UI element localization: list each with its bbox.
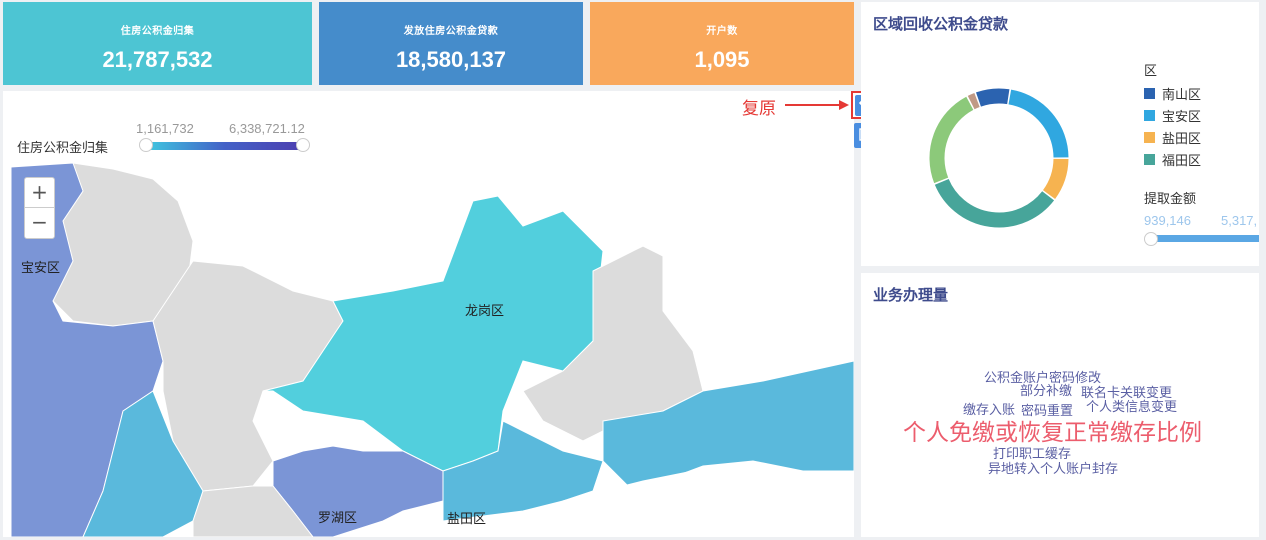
visualmap-max-handle[interactable]: [296, 138, 310, 152]
donut-slice[interactable]: [975, 88, 1010, 107]
annotation-arrow-icon: [785, 100, 849, 110]
legend-label: 南山区: [1162, 88, 1202, 103]
visualmap-title: 住房公积金归集: [17, 141, 109, 156]
region-label-luohu: 罗湖区: [318, 511, 358, 526]
kpi-label: 住房公积金归集: [120, 26, 195, 37]
wordcloud-word[interactable]: 部分补缴: [1020, 380, 1072, 399]
zoom-in-button[interactable]: +: [25, 178, 54, 208]
visualmap-title: 提取金额: [1144, 192, 1197, 207]
donut-panel: 区域回收公积金贷款 区 南山区 宝安区 盐田区 福田区 提取金额 939,146…: [861, 2, 1259, 266]
kpi-card-housing-fund-collection: 住房公积金归集 21,787,532: [3, 2, 312, 85]
wordcloud-word[interactable]: 异地转入个人账户封存: [988, 458, 1118, 477]
donut-slice[interactable]: [934, 178, 1055, 228]
visualmap-max-value: 5,317,: [1221, 213, 1258, 228]
visualmap-gradient-bar[interactable]: [146, 142, 303, 150]
legend-swatch: [1144, 154, 1155, 165]
visualmap-max-value: 6,338,721.12: [229, 121, 305, 136]
legend-label: 福田区: [1162, 154, 1202, 169]
wordcloud-title: 业务办理量: [873, 286, 949, 304]
donut-slice[interactable]: [1008, 89, 1069, 158]
region-label-baoan: 宝安区: [21, 261, 61, 276]
region-label-longgang: 龙岗区: [465, 304, 505, 319]
wordcloud-panel: 业务办理量 公积金账户密码修改 部分补缴 联名卡关联变更 缴存入账 密码重置 个…: [861, 273, 1259, 537]
kpi-label: 发放住房公积金贷款: [403, 26, 499, 37]
restore-annotation-label: 复原: [742, 99, 776, 119]
map-panel: 1,161,732 6,338,721.12 住房公积金归集 + − 宝安区 龙…: [3, 91, 854, 537]
visualmap-bar[interactable]: [1149, 235, 1259, 242]
legend-swatch: [1144, 132, 1155, 143]
kpi-value: 21,787,532: [102, 47, 213, 72]
legend-label: 盐田区: [1162, 132, 1202, 147]
legend-label: 宝安区: [1162, 110, 1202, 125]
donut-slice[interactable]: [929, 96, 974, 184]
donut-slice[interactable]: [1042, 158, 1069, 200]
visualmap-min-value: 1,161,732: [136, 121, 194, 136]
legend-swatch: [1144, 88, 1155, 99]
legend-item-futian[interactable]: 福田区: [1144, 150, 1201, 169]
kpi-value: 18,580,137: [395, 47, 507, 72]
visualmap-min-value: 939,146: [1144, 213, 1191, 228]
visualmap-min-handle[interactable]: [139, 138, 153, 152]
legend-swatch: [1144, 110, 1155, 121]
visualmap-min-handle[interactable]: [1144, 232, 1158, 246]
kpi-label: 开户数: [706, 26, 738, 37]
region-label-yantian: 盐田区: [447, 512, 487, 527]
wordcloud-word-highlight[interactable]: 个人免缴或恢复正常缴存比例: [903, 413, 1202, 447]
kpi-value: 1,095: [694, 47, 750, 72]
legend-item-baoan[interactable]: 宝安区: [1144, 106, 1201, 125]
donut-slice[interactable]: [967, 93, 980, 110]
zoom-out-button[interactable]: −: [25, 208, 54, 238]
legend-title: 区: [1144, 64, 1158, 79]
map-zoom-control: + −: [24, 177, 55, 239]
legend-item-nanshan[interactable]: 南山区: [1144, 84, 1201, 103]
kpi-card-accounts-opened: 开户数 1,095: [590, 2, 854, 85]
legend-item-yantian[interactable]: 盐田区: [1144, 128, 1201, 147]
kpi-card-loans-issued: 发放住房公积金贷款 18,580,137: [319, 2, 583, 85]
district-map: [3, 91, 854, 537]
